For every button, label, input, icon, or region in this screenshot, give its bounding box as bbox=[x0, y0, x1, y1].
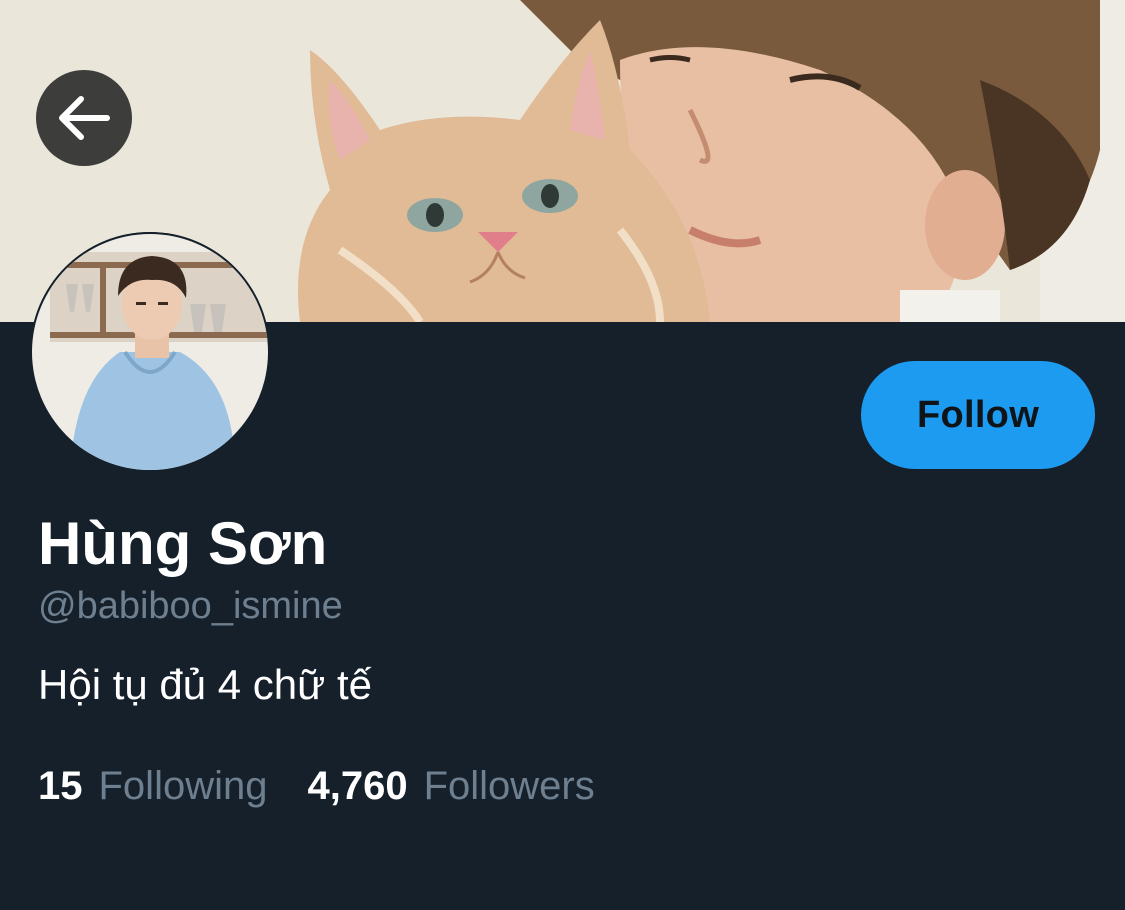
profile-bio: Hội tụ đủ 4 chữ tế bbox=[38, 661, 372, 708]
following-link[interactable]: 15 Following bbox=[38, 762, 267, 810]
followers-count: 4,760 bbox=[307, 764, 408, 808]
user-handle: @babiboo_ismine bbox=[38, 585, 343, 627]
following-label: Following bbox=[98, 764, 268, 808]
arrow-left-icon bbox=[59, 96, 110, 140]
following-count: 15 bbox=[38, 764, 83, 808]
display-name: Hùng Sơn bbox=[38, 510, 328, 577]
followers-label: Followers bbox=[423, 764, 595, 808]
profile-page: Follow Hùng Sơn @babiboo_ismine Hội tụ đ… bbox=[0, 0, 1125, 910]
profile-stats: 15 Following 4,760 Followers bbox=[38, 762, 595, 810]
avatar-image bbox=[30, 232, 270, 472]
back-button[interactable] bbox=[36, 70, 132, 166]
follow-button[interactable]: Follow bbox=[861, 361, 1095, 469]
avatar[interactable] bbox=[30, 232, 270, 472]
followers-link[interactable]: 4,760 Followers bbox=[307, 762, 594, 810]
